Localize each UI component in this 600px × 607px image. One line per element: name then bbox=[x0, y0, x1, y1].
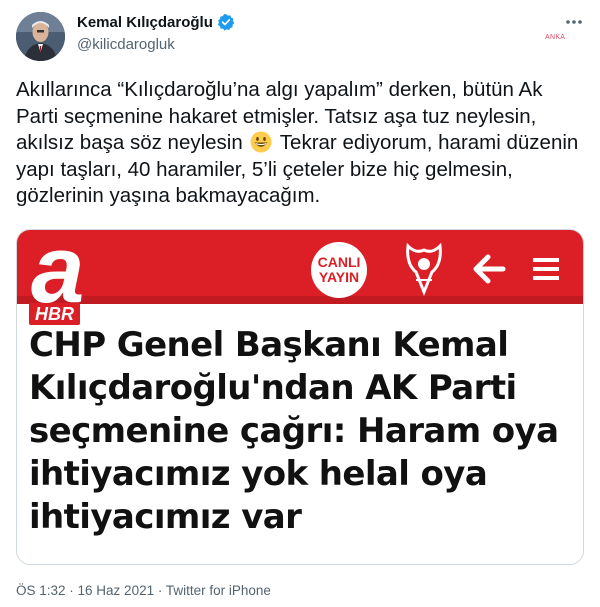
author-name-row[interactable]: Kemal Kılıçdaroğlu bbox=[77, 13, 235, 31]
tweet-text: Akıllarınca “Kılıçdaroğlu’na algı yapalı… bbox=[16, 77, 586, 210]
tweet-card: Kemal Kılıçdaroğlu @kilicdarogluk ANKA A… bbox=[0, 0, 600, 607]
hbr-logo: HBR bbox=[29, 303, 80, 325]
trophy-icon bbox=[402, 240, 446, 298]
author-handle[interactable]: @kilicdarogluk bbox=[77, 36, 175, 53]
more-options-icon[interactable] bbox=[562, 14, 586, 30]
news-site-header: a CANLI YAYIN bbox=[17, 230, 583, 318]
tweet-source[interactable]: Twitter for iPhone bbox=[166, 583, 271, 598]
avatar[interactable] bbox=[16, 12, 65, 61]
live-badge-line-2: YAYIN bbox=[318, 269, 360, 285]
header-stripe bbox=[17, 296, 583, 304]
back-arrow-icon bbox=[472, 254, 506, 284]
hamburger-menu-icon bbox=[532, 256, 560, 282]
live-broadcast-badge: CANLI YAYIN bbox=[311, 242, 367, 298]
meta-separator: · bbox=[65, 583, 78, 598]
tweet-date[interactable]: 16 Haz 2021 bbox=[78, 583, 155, 598]
meta-separator: · bbox=[154, 583, 166, 598]
verified-badge-icon bbox=[217, 13, 235, 31]
media-image-card[interactable]: a CANLI YAYIN HBR CHP Genel Başkanı Kema… bbox=[16, 229, 584, 565]
author-display-name[interactable]: Kemal Kılıçdaroğlu bbox=[77, 14, 213, 31]
tweet-time[interactable]: ÖS 1:32 bbox=[16, 583, 66, 598]
tweet-metadata: ÖS 1:32 · 16 Haz 2021 · Twitter for iPho… bbox=[16, 583, 271, 598]
live-badge-line-1: CANLI bbox=[317, 254, 361, 270]
news-headline: CHP Genel Başkanı Kemal Kılıçdaroğlu'nda… bbox=[29, 325, 559, 537]
watermark-text: ANKA bbox=[545, 34, 566, 41]
grinning-face-emoji-icon bbox=[250, 131, 272, 153]
